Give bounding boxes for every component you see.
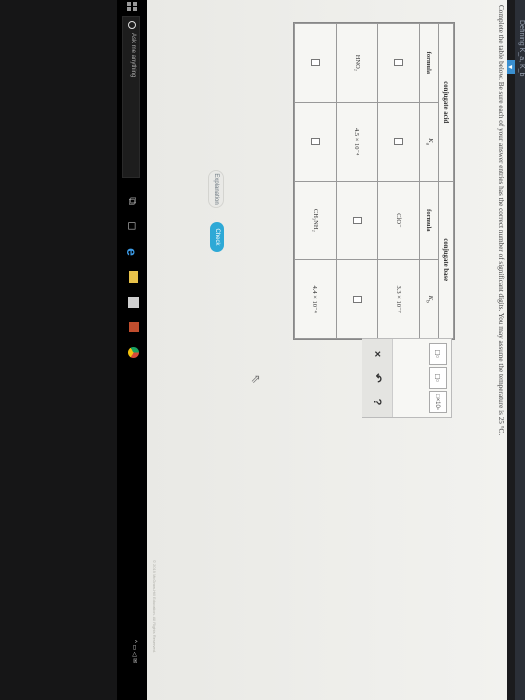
help-button[interactable]: ? <box>362 391 392 413</box>
search-circle-icon <box>128 21 136 29</box>
title-bar: Defining K_a, K_b <box>515 0 525 700</box>
check-button[interactable]: Check <box>210 222 224 252</box>
chrome-icon[interactable] <box>125 345 139 359</box>
monitor-bezel <box>0 0 117 700</box>
clear-button[interactable]: × <box>362 343 392 365</box>
conjugate-base-header: conjugate base <box>438 181 454 339</box>
base-formula-header: formula <box>419 181 439 260</box>
math-tool-palette: □▫ □▫ □×10▫ × ↶ ? <box>362 338 452 418</box>
edge-icon[interactable]: e <box>124 245 140 259</box>
windows-start-icon[interactable] <box>127 2 137 12</box>
back-icon[interactable]: ◻ <box>125 220 139 232</box>
copyright-text: © 2019 McGraw-Hill Education. All Rights… <box>152 560 157 653</box>
scientific-notation-button[interactable]: □×10▫ <box>429 391 447 413</box>
kb-header: Kb <box>419 259 439 339</box>
table-row: CH₃NH₂ 4.4 × 10⁻⁴ <box>294 23 337 339</box>
subscript-button[interactable]: □▫ <box>429 343 447 365</box>
search-input[interactable]: Ask me anything <box>122 16 140 178</box>
screen: Defining K_a, K_b ▾ Complete the table b… <box>0 0 525 700</box>
acid-formula-cell: HNO₂ <box>336 23 378 103</box>
ka-input-3[interactable] <box>294 102 337 181</box>
palette-action-bar: × ↶ ? <box>362 339 393 417</box>
ka-input-1[interactable] <box>377 102 420 181</box>
conjugate-acid-header: conjugate acid <box>438 23 454 181</box>
ka-value-cell: 4.5 × 10⁻⁴ <box>336 102 378 181</box>
folder-icon[interactable] <box>125 270 139 284</box>
kb-value-cell: 3.3 × 10⁻⁷ <box>377 259 420 339</box>
mouse-pointer-icon: ⇖ <box>249 374 263 385</box>
taskbar: Ask me anything ⧉ ◻ e ^ ▭ ◁ ✉ <box>117 0 147 700</box>
system-tray[interactable]: ^ ▭ ◁ ✉ <box>131 640 138 663</box>
acid-base-table: conjugate acid conjugate base formula Ka… <box>293 22 455 340</box>
undo-button[interactable]: ↶ <box>362 367 392 389</box>
window-title: Defining K_a, K_b <box>518 20 525 77</box>
acid-formula-input-3[interactable] <box>294 23 337 103</box>
table-row: HNO₂ 4.5 × 10⁻⁴ <box>336 23 378 339</box>
explanation-button[interactable]: Explanation <box>208 170 224 208</box>
store-icon[interactable] <box>125 295 139 309</box>
base-formula-input-2[interactable] <box>336 181 378 260</box>
base-formula-cell: ClO⁻ <box>377 181 420 260</box>
acid-formula-input-1[interactable] <box>377 23 420 103</box>
instruction-text: Complete the table below. Be sure each o… <box>497 5 505 436</box>
superscript-button[interactable]: □▫ <box>429 367 447 389</box>
kb-value-cell: 4.4 × 10⁻⁴ <box>294 259 337 339</box>
acid-formula-header: formula <box>419 23 439 103</box>
task-view-icon[interactable]: ⧉ <box>125 195 139 207</box>
table-row: ClO⁻ 3.3 × 10⁻⁷ <box>377 23 420 339</box>
kb-input-2[interactable] <box>336 259 378 339</box>
ka-header: Ka <box>419 102 439 181</box>
calendar-icon[interactable] <box>125 320 139 334</box>
search-placeholder: Ask me anything <box>130 33 136 78</box>
question-content: Complete the table below. Be sure each o… <box>147 0 507 700</box>
base-formula-cell: CH₃NH₂ <box>294 181 337 260</box>
